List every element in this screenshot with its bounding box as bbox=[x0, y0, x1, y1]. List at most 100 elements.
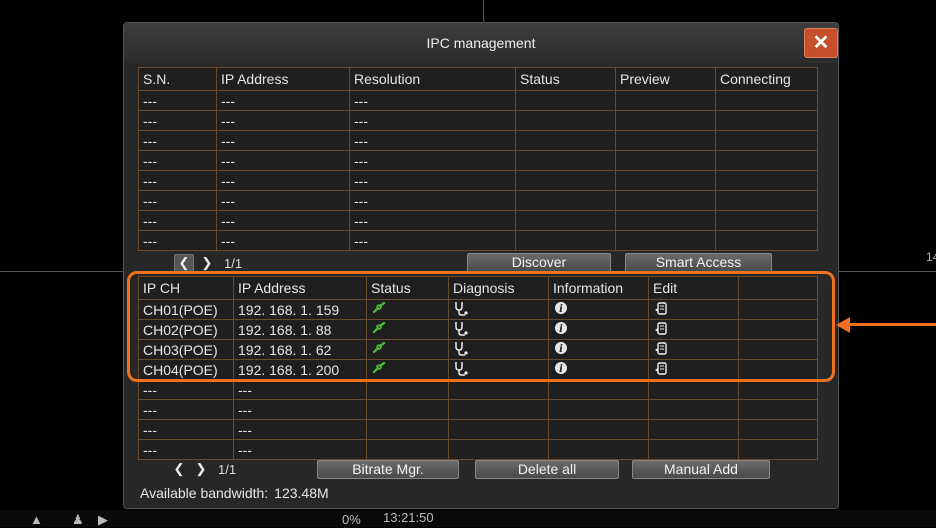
close-button[interactable]: ✕ bbox=[804, 28, 838, 58]
search-cell bbox=[715, 90, 818, 111]
search-cell: --- bbox=[138, 130, 217, 151]
dialog-title: IPC management bbox=[426, 35, 536, 51]
search-result-row[interactable]: --- --- --- bbox=[138, 210, 818, 231]
search-cell bbox=[615, 210, 716, 231]
search-results-table: S.N. IP Address Resolution Status Preview Con… bbox=[138, 67, 818, 251]
search-cell bbox=[715, 130, 818, 151]
search-result-row[interactable]: --- --- --- bbox=[138, 230, 818, 251]
channel-diagnosis-cell bbox=[448, 399, 549, 420]
percent-readout: 0% bbox=[342, 512, 361, 527]
search-cell: --- bbox=[216, 230, 350, 251]
background-divider-vertical bbox=[483, 0, 484, 22]
channel-page-indicator: 1/1 bbox=[218, 461, 237, 477]
channel-id-cell: --- bbox=[138, 379, 234, 400]
available-bandwidth: Available bandwidth: 123.48M bbox=[140, 485, 329, 501]
taskbar bbox=[0, 510, 936, 527]
channel-id-cell: --- bbox=[138, 419, 234, 440]
search-cell bbox=[715, 110, 818, 131]
manual-add-button[interactable]: Manual Add bbox=[632, 460, 770, 479]
channel-empty-cell bbox=[738, 419, 818, 440]
channel-pager: ❮ ❯ 1/1 bbox=[170, 461, 237, 477]
search-next-page-button[interactable]: ❯ bbox=[198, 255, 216, 271]
search-result-row[interactable]: --- --- --- bbox=[138, 130, 818, 151]
channel-info-cell bbox=[548, 419, 649, 440]
search-result-row[interactable]: --- --- --- bbox=[138, 170, 818, 191]
channel-edit-cell bbox=[648, 419, 739, 440]
playback-icon[interactable]: ▶ bbox=[98, 512, 108, 528]
delete-all-button[interactable]: Delete all bbox=[475, 460, 619, 479]
channel-empty-cell bbox=[738, 439, 818, 460]
search-page-indicator: 1/1 bbox=[224, 255, 243, 271]
channel-info-cell bbox=[548, 399, 649, 420]
channel-row[interactable]: --- --- bbox=[138, 399, 818, 420]
search-cell: --- bbox=[349, 150, 516, 171]
bandwidth-label: Available bandwidth: bbox=[140, 485, 269, 501]
search-cell bbox=[615, 110, 716, 131]
channel-ip-cell: --- bbox=[233, 439, 367, 460]
channel-id-cell: --- bbox=[138, 399, 234, 420]
search-prev-page-button[interactable]: ❮ bbox=[174, 254, 194, 272]
channel-ip-cell: --- bbox=[233, 379, 367, 400]
search-cell bbox=[515, 210, 616, 231]
search-column-header: Preview bbox=[615, 67, 716, 91]
search-cell: --- bbox=[138, 110, 217, 131]
search-column-header: S.N. bbox=[138, 67, 217, 91]
channel-empty-cell bbox=[738, 379, 818, 400]
search-cell: --- bbox=[349, 230, 516, 251]
search-cell bbox=[715, 230, 818, 251]
channel-number-right-mid: 14 bbox=[926, 250, 936, 264]
search-cell bbox=[715, 150, 818, 171]
annotation-arrow-line bbox=[848, 323, 936, 326]
search-cell: --- bbox=[216, 170, 350, 191]
user-icon[interactable]: ♟ bbox=[72, 512, 84, 528]
search-cell bbox=[715, 210, 818, 231]
search-cell bbox=[515, 150, 616, 171]
channel-empty-cell bbox=[738, 399, 818, 420]
search-cell: --- bbox=[138, 210, 217, 231]
search-cell: --- bbox=[216, 210, 350, 231]
search-cell: --- bbox=[138, 150, 217, 171]
search-cell: --- bbox=[216, 150, 350, 171]
search-result-row[interactable]: --- --- --- bbox=[138, 110, 818, 131]
taskbar-clock: 13:21:50 bbox=[383, 510, 434, 525]
search-cell: --- bbox=[349, 190, 516, 211]
search-column-header: IP Address bbox=[216, 67, 350, 91]
search-column-header: Resolution bbox=[349, 67, 516, 91]
bitrate-manager-button[interactable]: Bitrate Mgr. bbox=[317, 460, 459, 479]
channel-row[interactable]: --- --- bbox=[138, 379, 818, 400]
search-cell: --- bbox=[349, 110, 516, 131]
search-cell bbox=[615, 150, 716, 171]
channel-edit-cell bbox=[648, 379, 739, 400]
smart-access-button[interactable]: Smart Access bbox=[625, 253, 772, 272]
bandwidth-value: 123.48M bbox=[274, 485, 329, 501]
channel-next-page-button[interactable]: ❯ bbox=[192, 461, 210, 477]
home-icon[interactable]: ▲ bbox=[30, 512, 43, 527]
channel-row[interactable]: --- --- bbox=[138, 439, 818, 460]
search-column-header: Connecting bbox=[715, 67, 818, 91]
search-cell bbox=[515, 130, 616, 151]
channel-edit-cell bbox=[648, 439, 739, 460]
search-cell: --- bbox=[138, 190, 217, 211]
search-column-header: Status bbox=[515, 67, 616, 91]
search-cell: --- bbox=[349, 90, 516, 111]
channel-diagnosis-cell bbox=[448, 379, 549, 400]
search-cell: --- bbox=[349, 210, 516, 231]
channel-row[interactable]: --- --- bbox=[138, 419, 818, 440]
search-pager: ❮ ❯ 1/1 bbox=[174, 254, 242, 272]
search-cell bbox=[615, 190, 716, 211]
discover-button[interactable]: Discover bbox=[467, 253, 611, 272]
channel-status-cell bbox=[366, 439, 449, 460]
search-cell bbox=[615, 130, 716, 151]
search-cell bbox=[515, 190, 616, 211]
search-cell: --- bbox=[138, 170, 217, 191]
channel-diagnosis-cell bbox=[448, 439, 549, 460]
search-cell bbox=[615, 90, 716, 111]
search-cell: --- bbox=[216, 90, 350, 111]
search-cell: --- bbox=[216, 130, 350, 151]
search-result-row[interactable]: --- --- --- bbox=[138, 150, 818, 171]
dialog-titlebar: IPC management ✕ bbox=[124, 23, 838, 63]
channel-prev-page-button[interactable]: ❮ bbox=[170, 461, 188, 477]
search-result-row[interactable]: --- --- --- bbox=[138, 190, 818, 211]
search-result-row[interactable]: --- --- --- bbox=[138, 90, 818, 111]
ipc-management-dialog: IPC management ✕ S.N. IP Address Resolutio… bbox=[123, 22, 839, 509]
